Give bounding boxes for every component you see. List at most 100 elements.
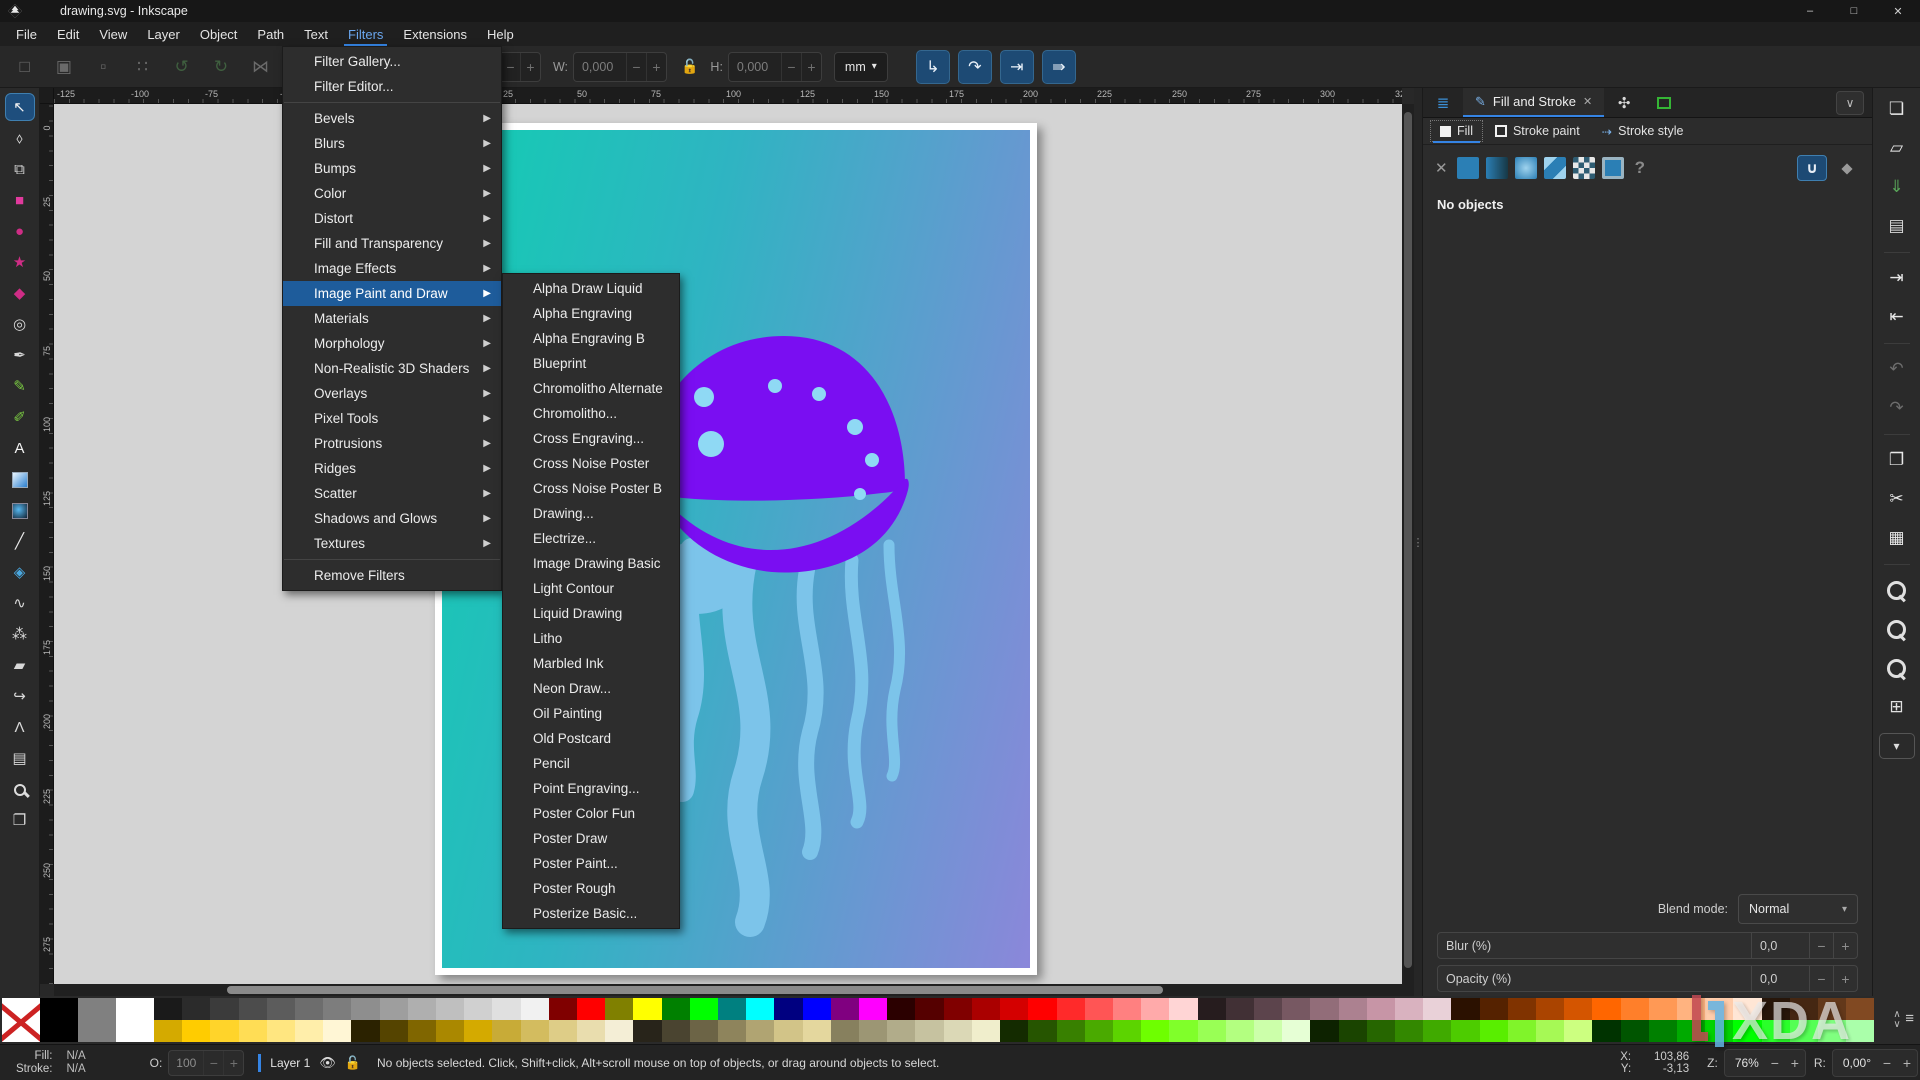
palette-swatch[interactable] (1592, 1020, 1620, 1042)
y-plus-button[interactable]: + (520, 53, 540, 81)
palette-swatch[interactable] (210, 1020, 238, 1042)
no-color-swatch[interactable] (2, 998, 40, 1042)
dropper-tool[interactable]: ╱ (4, 526, 36, 557)
height-field-value[interactable]: 0,000 (729, 60, 781, 74)
zoom-drawing-icon[interactable] (1880, 614, 1914, 644)
opacity-minus-button[interactable]: − (203, 1051, 223, 1075)
opacity-minus-button[interactable]: − (1809, 966, 1833, 991)
palette-swatch[interactable] (859, 1020, 887, 1042)
filters-menu-item[interactable]: Blurs ▶ (283, 131, 501, 156)
redo-icon[interactable]: ↷ (1880, 393, 1914, 423)
palette-swatch[interactable] (492, 998, 520, 1020)
palette-swatch[interactable] (718, 1020, 746, 1042)
palette-swatch[interactable] (1564, 998, 1592, 1020)
palette-swatch[interactable] (1705, 1020, 1733, 1042)
menubar-item[interactable]: Path (247, 22, 294, 46)
fill-rule-evenodd-button[interactable]: ∪ (1797, 155, 1827, 181)
rectangle-tool[interactable]: ■ (4, 185, 36, 216)
palette-swatch[interactable] (267, 998, 295, 1020)
fill-rule-nonzero-button[interactable]: ⬥ (1832, 155, 1862, 181)
palette-swatch[interactable] (1480, 998, 1508, 1020)
palette-swatch[interactable] (78, 998, 116, 1042)
palette-swatch[interactable] (1677, 998, 1705, 1020)
paste-icon[interactable]: ▦ (1880, 523, 1914, 553)
zoom-center-icon[interactable]: ⊞ (1880, 692, 1914, 722)
palette-swatch[interactable] (1451, 1020, 1479, 1042)
copy-icon[interactable]: ❐ (1880, 445, 1914, 475)
flip-horizontal-icon[interactable]: ⋈ (246, 52, 275, 82)
palette-swatch[interactable] (1000, 998, 1028, 1020)
menubar-item[interactable]: Filters (338, 22, 393, 46)
palette-swatch[interactable] (605, 1020, 633, 1042)
horizontal-scrollbar[interactable] (54, 984, 1402, 996)
width-plus-button[interactable]: + (646, 53, 666, 81)
palette-swatch[interactable] (1705, 998, 1733, 1020)
zoom-field[interactable]: 76% − + (1724, 1049, 1806, 1077)
palette-swatch[interactable] (746, 998, 774, 1020)
box-3d-tool[interactable]: ◆ (4, 278, 36, 309)
palette-swatch[interactable] (803, 998, 831, 1020)
zoom-minus-button[interactable]: − (1765, 1050, 1785, 1076)
palette-swatch[interactable] (182, 1020, 210, 1042)
page-tool[interactable]: ▤ (4, 743, 36, 774)
submenu-item[interactable]: Drawing... (503, 501, 679, 526)
palette-swatch[interactable] (1762, 998, 1790, 1020)
filters-menu-item[interactable]: Fill and Transparency ▶ (283, 231, 501, 256)
palette-swatch[interactable] (549, 1020, 577, 1042)
height-minus-button[interactable]: − (781, 53, 801, 81)
filters-menu-item[interactable]: Textures ▶ (283, 531, 501, 556)
palette-swatch[interactable] (577, 998, 605, 1020)
filters-menu-item[interactable]: Protrusions ▶ (283, 431, 501, 456)
unit-dropdown[interactable]: mm ▾ (834, 52, 888, 82)
command-button[interactable] (1884, 343, 1910, 344)
palette-swatch[interactable] (295, 998, 323, 1020)
palette-swatch[interactable] (1310, 998, 1338, 1020)
linear-gradient-button[interactable] (1486, 157, 1508, 179)
filters-menu-item[interactable]: Remove Filters (283, 563, 501, 588)
palette-swatch[interactable] (1198, 998, 1226, 1020)
submenu-item[interactable]: Cross Noise Poster B (503, 476, 679, 501)
palette-swatch[interactable] (1085, 998, 1113, 1020)
palette-swatch[interactable] (1508, 1020, 1536, 1042)
palette-scroll-down-icon[interactable]: ∨ (1893, 1020, 1900, 1030)
palette-swatch[interactable] (1085, 1020, 1113, 1042)
palette-swatch[interactable] (944, 998, 972, 1020)
palette-swatch[interactable] (1254, 1020, 1282, 1042)
filters-menu-item[interactable] (283, 99, 501, 106)
submenu-item[interactable]: Litho (503, 626, 679, 651)
filters-menu-item[interactable]: Image Effects ▶ (283, 256, 501, 281)
palette-swatch[interactable] (521, 998, 549, 1020)
palette-swatch[interactable] (1057, 1020, 1085, 1042)
filters-menu-item[interactable]: Bumps ▶ (283, 156, 501, 181)
image-dialog-icon[interactable] (1644, 88, 1684, 117)
rotation-value[interactable]: 0,00° (1833, 1056, 1877, 1070)
select-all-icon[interactable]: □ (10, 52, 39, 82)
palette-swatch[interactable] (1367, 998, 1395, 1020)
palette-swatch[interactable] (1818, 998, 1846, 1020)
tab-stroke-paint[interactable]: Stroke paint (1486, 121, 1589, 141)
command-button[interactable] (1884, 564, 1910, 565)
palette-swatch[interactable] (1762, 1020, 1790, 1042)
commands-overflow-button[interactable]: ▾ (1879, 733, 1915, 759)
hscroll-thumb[interactable] (227, 986, 1163, 994)
palette-swatch[interactable] (210, 998, 238, 1020)
palette-swatch[interactable] (690, 998, 718, 1020)
submenu-item[interactable]: Chromolitho Alternate (503, 376, 679, 401)
horizontal-ruler[interactable]: -125-100-75-50-2502550751001251501752002… (54, 88, 1402, 104)
palette-swatch[interactable] (577, 1020, 605, 1042)
select-all-layers-icon[interactable]: ▣ (49, 52, 78, 82)
palette-swatch[interactable] (1028, 1020, 1056, 1042)
palette-swatch[interactable] (1282, 1020, 1310, 1042)
tab-fill-and-stroke[interactable]: ✎ Fill and Stroke ✕ (1463, 88, 1604, 117)
palette-swatch[interactable] (267, 1020, 295, 1042)
palette-swatch[interactable] (831, 998, 859, 1020)
rotation-minus-button[interactable]: − (1877, 1050, 1897, 1076)
dock-menu-chevron-icon[interactable]: ∨ (1836, 91, 1864, 115)
palette-swatch[interactable] (774, 1020, 802, 1042)
blur-plus-button[interactable]: + (1833, 933, 1857, 958)
palette-swatch[interactable] (915, 1020, 943, 1042)
filters-menu-item[interactable]: Filter Gallery... (283, 49, 501, 74)
palette-swatch[interactable] (662, 1020, 690, 1042)
ellipse-tool[interactable]: ● (4, 216, 36, 247)
palette-swatch[interactable] (1367, 1020, 1395, 1042)
